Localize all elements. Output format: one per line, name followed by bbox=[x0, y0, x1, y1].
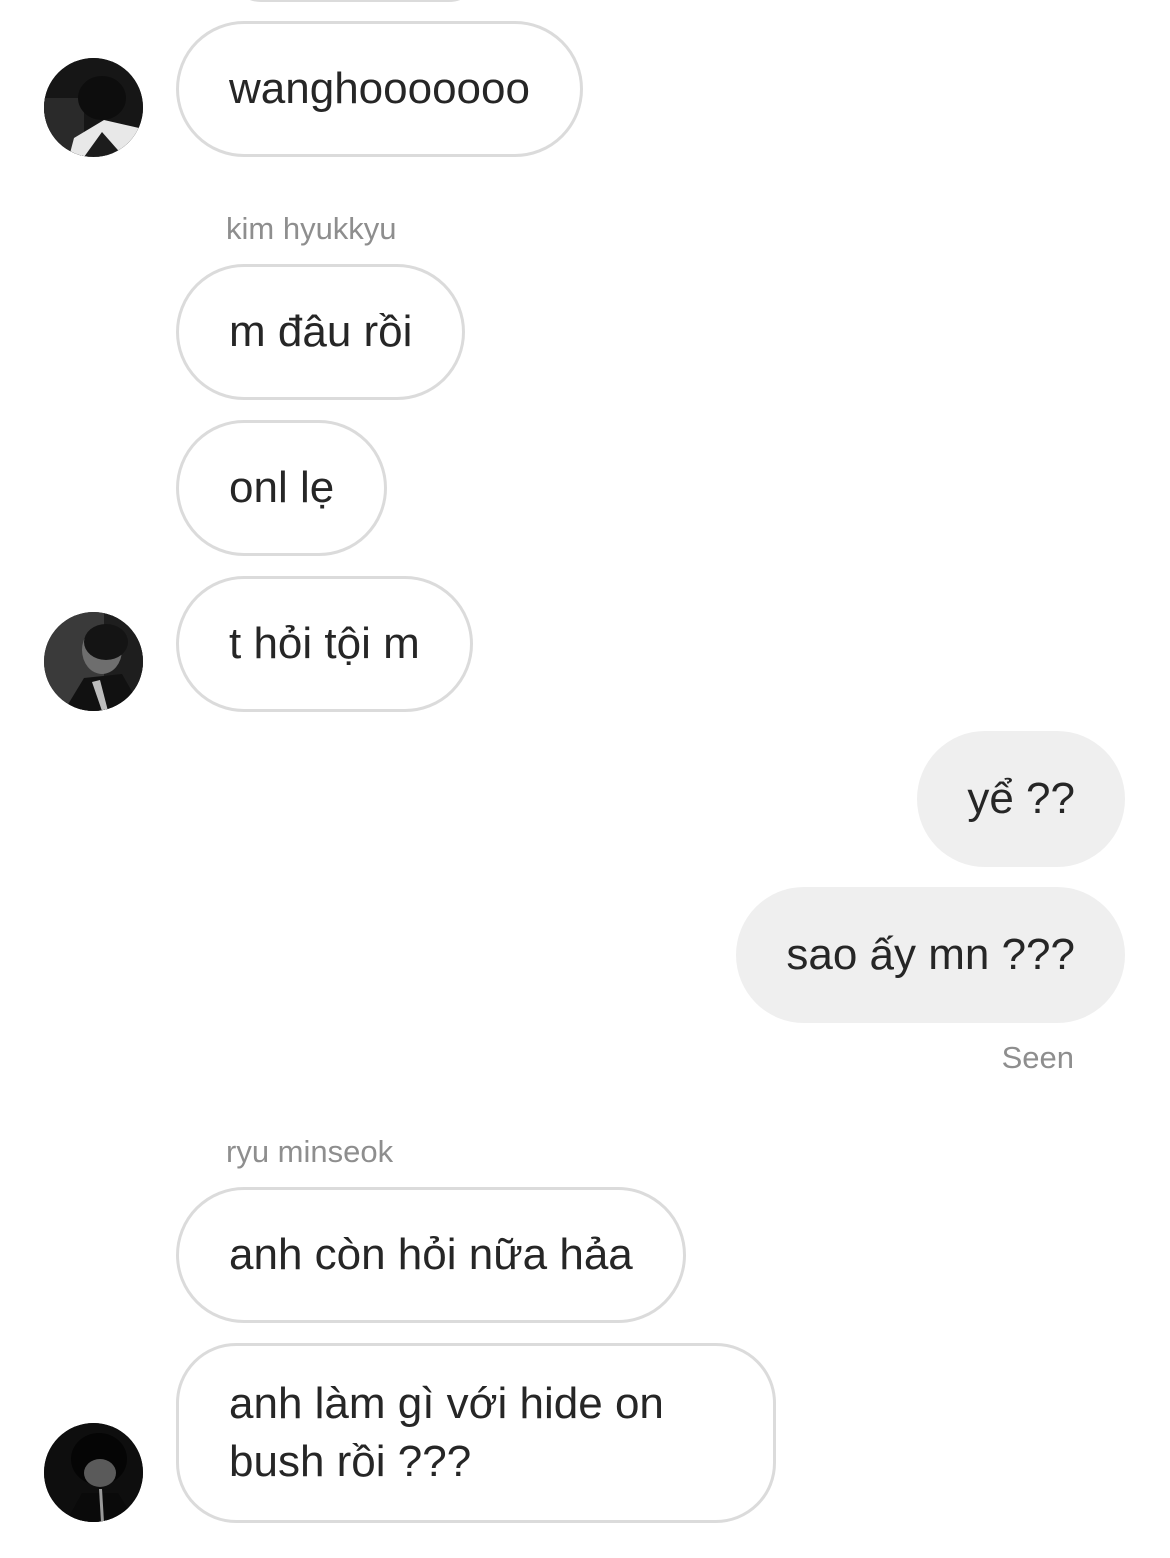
avatar-photo-icon bbox=[44, 58, 143, 157]
avatar-photo-icon bbox=[44, 1423, 143, 1522]
message-text: wanghooooooo bbox=[229, 64, 530, 113]
message-bubble[interactable]: onl lẹ bbox=[176, 420, 388, 556]
message-bubble-outgoing[interactable]: sao ấy mn ??? bbox=[736, 887, 1125, 1023]
message-bubble-outgoing[interactable]: yể ?? bbox=[917, 731, 1125, 867]
message-text: anh còn hỏi nữa hảa bbox=[229, 1230, 633, 1279]
sender-avatar[interactable] bbox=[44, 1423, 143, 1522]
message-bubble[interactable]: m đâu rồi bbox=[176, 264, 466, 400]
message-bubble[interactable]: anh còn hỏi nữa hảa bbox=[176, 1187, 686, 1323]
message-bubble[interactable]: anh làm gì với hide on bush rồi ??? bbox=[176, 1343, 776, 1523]
sender-avatar[interactable] bbox=[44, 612, 143, 711]
previous-message-bubble bbox=[230, 0, 480, 2]
sender-name: kim hyukkyu bbox=[226, 211, 397, 246]
message-bubble[interactable]: wanghooooooo bbox=[176, 21, 583, 157]
message-text: m đâu rồi bbox=[229, 307, 413, 356]
seen-status: Seen bbox=[1001, 1040, 1074, 1075]
message-text: anh làm gì với hide on bush rồi ??? bbox=[229, 1379, 664, 1486]
sender-name: ryu minseok bbox=[226, 1134, 394, 1169]
sender-avatar[interactable] bbox=[44, 58, 143, 157]
message-text: onl lẹ bbox=[229, 463, 335, 512]
message-text: sao ấy mn ??? bbox=[786, 930, 1075, 979]
message-text: yể ?? bbox=[967, 774, 1075, 823]
avatar-photo-icon bbox=[44, 612, 143, 711]
message-text: t hỏi tội m bbox=[229, 619, 420, 668]
message-bubble[interactable]: t hỏi tội m bbox=[176, 576, 473, 712]
